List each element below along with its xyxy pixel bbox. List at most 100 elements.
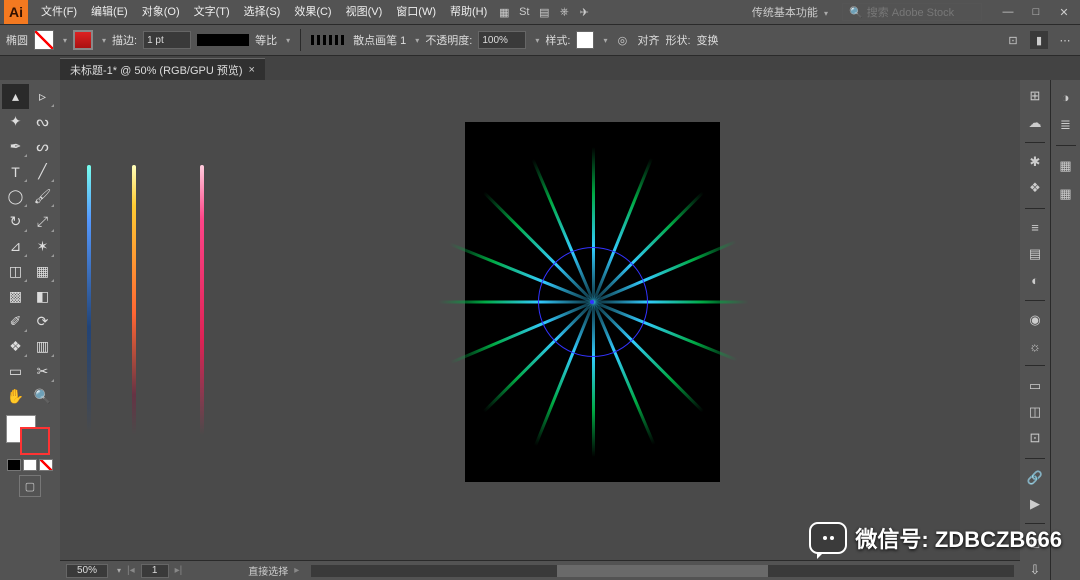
active-tool-name: 椭圆	[6, 32, 28, 48]
panel-brushes[interactable]: ✱	[1024, 152, 1046, 172]
blend-tool[interactable]: ⟳	[29, 309, 56, 334]
panel-symbols[interactable]: ❖	[1024, 178, 1046, 198]
zoom-level-input[interactable]	[66, 564, 108, 578]
panel-asset-export[interactable]: ⇩	[1024, 560, 1046, 580]
isolate-icon[interactable]: ⊡	[1004, 31, 1022, 49]
zoom-tool[interactable]: 🔍	[29, 384, 56, 409]
line-tool[interactable]: ╱	[29, 159, 56, 184]
panel-appearance[interactable]: ◉	[1024, 310, 1046, 330]
lasso-tool[interactable]: ᔓ	[29, 109, 56, 134]
window-minimize-button[interactable]: —	[996, 4, 1020, 20]
menu-edit[interactable]: 编辑(E)	[84, 0, 135, 24]
window-maximize-button[interactable]: □	[1024, 4, 1048, 20]
gradient-tool[interactable]: ◧	[29, 284, 56, 309]
ellipse-tool[interactable]: ◯	[2, 184, 29, 209]
scale-tool[interactable]: ⤢	[29, 209, 56, 234]
slice-tool[interactable]: ✂	[29, 359, 56, 384]
fill-swatch[interactable]	[34, 30, 54, 50]
symbol-sprayer-tool[interactable]: ❖	[2, 334, 29, 359]
horizontal-scrollbar[interactable]	[311, 565, 1014, 577]
selection-center-point[interactable]	[590, 300, 594, 304]
perspective-tool[interactable]: ▦	[29, 259, 56, 284]
stroke-profile-preview[interactable]	[197, 34, 249, 46]
selection-tool[interactable]: ▴	[2, 84, 29, 109]
shape-label[interactable]: 形状:	[665, 32, 690, 48]
fill-stroke-indicator[interactable]	[2, 413, 58, 457]
rotate-tool[interactable]: ↻	[2, 209, 29, 234]
window-close-button[interactable]: ✕	[1052, 4, 1076, 20]
shape-builder-tool[interactable]: ◫	[2, 259, 29, 284]
magic-wand-tool[interactable]: ✦	[2, 109, 29, 134]
artboard-index-input[interactable]	[141, 564, 169, 578]
bridge-icon[interactable]: ▦	[494, 2, 514, 22]
tab-close-button[interactable]: ×	[249, 64, 255, 76]
pen-tool[interactable]: ✒	[2, 134, 29, 159]
recolor-icon[interactable]: ◎	[613, 31, 631, 49]
panel-gradient[interactable]: ▤	[1024, 244, 1046, 264]
panel-color-guide[interactable]: ▦	[1055, 183, 1077, 205]
eyedropper-tool[interactable]: ✐	[2, 309, 29, 334]
stroke-weight-input[interactable]	[143, 31, 191, 49]
transform-label[interactable]: 变换	[697, 32, 719, 48]
width-tool[interactable]: ⊿	[2, 234, 29, 259]
draw-mode-normal[interactable]: ▢	[19, 475, 41, 497]
curvature-tool[interactable]: ᔕ	[29, 134, 56, 159]
type-tool[interactable]: T	[2, 159, 29, 184]
chevron-down-icon: ▾	[824, 9, 828, 18]
stroke-dropdown-icon[interactable]: ▾	[102, 36, 106, 45]
toolbox: ▴▹ ✦ᔓ ✒ᔕ T╱ ◯🖌 ↻⤢ ⊿✶ ◫▦ ▩◧ ✐⟳ ❖▥ ▭✂ ✋🔍 ▢	[0, 80, 60, 580]
opacity-input[interactable]	[478, 31, 526, 49]
brush-name[interactable]: 散点画笔 1	[353, 32, 406, 48]
artboard-tool[interactable]: ▭	[2, 359, 29, 384]
panel-stroke[interactable]: ≡	[1024, 217, 1046, 237]
menu-object[interactable]: 对象(O)	[135, 0, 187, 24]
panel-align[interactable]: ▭	[1024, 375, 1046, 395]
menu-file[interactable]: 文件(F)	[34, 0, 84, 24]
share-icon[interactable]: ✈	[574, 2, 594, 22]
hand-tool[interactable]: ✋	[2, 384, 29, 409]
gpu-icon[interactable]: ⎈	[554, 2, 574, 22]
fill-dropdown-icon[interactable]: ▾	[63, 36, 67, 45]
menu-type[interactable]: 文字(T)	[187, 0, 237, 24]
align-label[interactable]: 对齐	[637, 32, 659, 48]
panel-swatches[interactable]: ▦	[1055, 155, 1077, 177]
panel-properties[interactable]: ⊞	[1024, 86, 1046, 106]
canvas[interactable]	[60, 80, 1020, 580]
menu-effect[interactable]: 效果(C)	[287, 0, 338, 24]
menu-window[interactable]: 窗口(W)	[389, 0, 443, 24]
brush-preview[interactable]	[311, 35, 347, 45]
color-mode-solid[interactable]	[7, 459, 21, 471]
paintbrush-tool[interactable]: 🖌	[29, 184, 56, 209]
arrange-icon[interactable]: ▤	[534, 2, 554, 22]
graphic-style-swatch[interactable]	[576, 31, 594, 49]
free-transform-tool[interactable]: ✶	[29, 234, 56, 259]
panel-graphic-styles[interactable]: ☼	[1024, 336, 1046, 356]
scrollbar-thumb[interactable]	[557, 565, 768, 577]
more-icon[interactable]: ⋯	[1056, 31, 1074, 49]
panel-links[interactable]: 🔗	[1024, 467, 1046, 487]
status-bar: ▾ |◂ ▸| 直接选择 ▸	[60, 560, 1020, 580]
panel-pathfinder[interactable]: ◫	[1024, 402, 1046, 422]
workspace-switcher[interactable]: 传统基本功能 ▾	[744, 4, 836, 20]
column-graph-tool[interactable]: ▥	[29, 334, 56, 359]
panel-layers[interactable]: ≣	[1055, 114, 1077, 136]
direct-selection-tool[interactable]: ▹	[29, 84, 56, 109]
stroke-indicator[interactable]	[20, 427, 50, 455]
stock-icon[interactable]: St	[514, 2, 534, 22]
panel-libraries[interactable]: ☁	[1024, 112, 1046, 132]
zoom-dropdown-icon[interactable]: ▾	[117, 566, 121, 575]
panel-actions[interactable]: ▶	[1024, 494, 1046, 514]
panel-transform[interactable]: ⊡	[1024, 428, 1046, 448]
menu-view[interactable]: 视图(V)	[339, 0, 390, 24]
document-tab[interactable]: 未标题-1* @ 50% (RGB/GPU 预览) ×	[60, 58, 265, 80]
panel-color[interactable]: ◑	[1055, 86, 1077, 108]
color-mode-gradient[interactable]	[23, 459, 37, 471]
search-input[interactable]: 🔍 搜索 Adobe Stock	[842, 3, 982, 21]
edit-icon[interactable]: ▮	[1030, 31, 1048, 49]
menu-help[interactable]: 帮助(H)	[443, 0, 494, 24]
menu-select[interactable]: 选择(S)	[237, 0, 288, 24]
color-mode-none[interactable]	[39, 459, 53, 471]
mesh-tool[interactable]: ▩	[2, 284, 29, 309]
panel-transparency[interactable]: ◐	[1024, 270, 1046, 290]
stroke-swatch[interactable]	[73, 30, 93, 50]
